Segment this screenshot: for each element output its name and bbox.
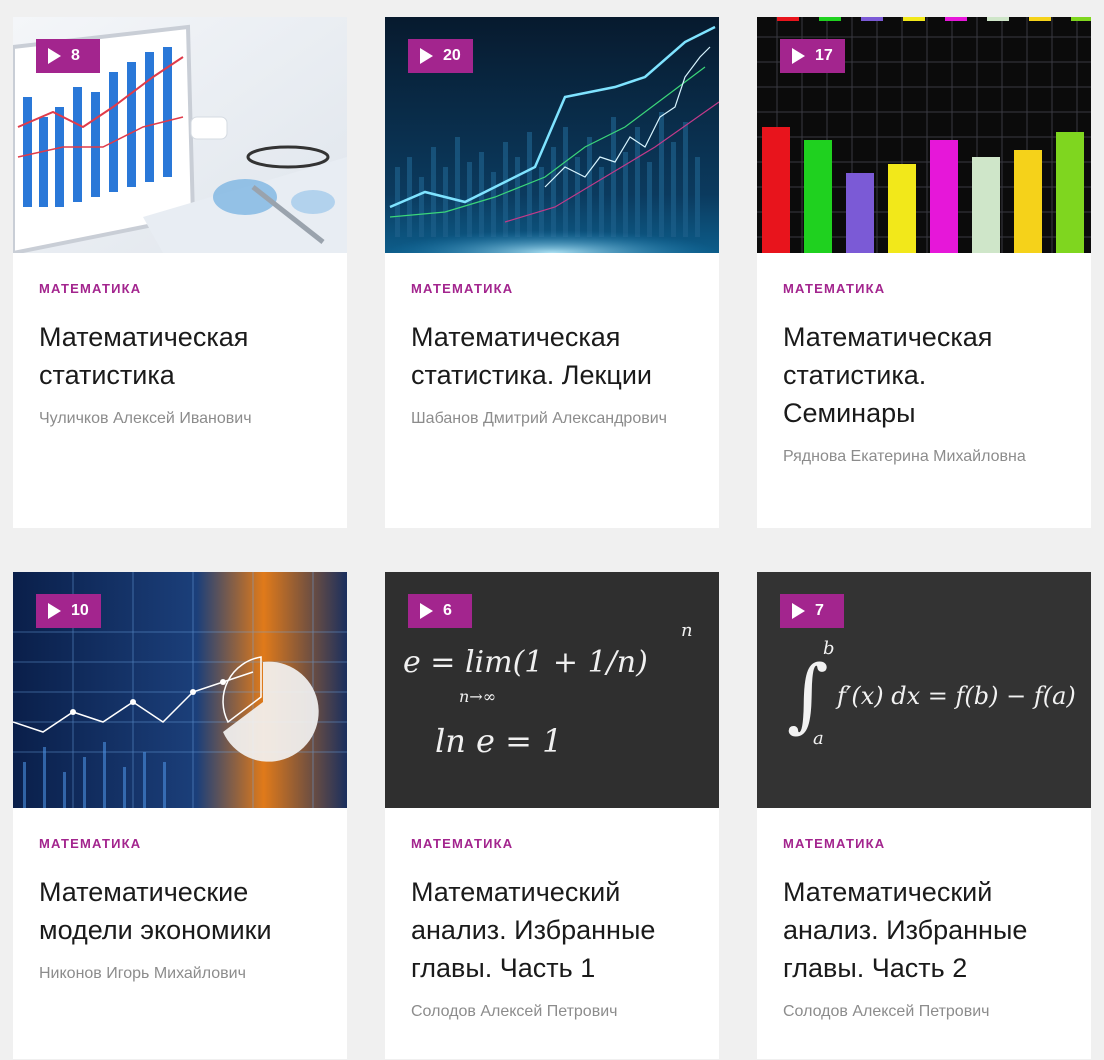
course-author: Шабанов Дмитрий Александрович [411,410,667,427]
course-thumbnail[interactable]: 20 [385,17,719,253]
course-card[interactable]: 17 МАТЕМАТИКА Математическая статистика.… [757,17,1091,528]
chalk-integral-upper: b [823,638,835,659]
play-icon [420,603,433,619]
course-category[interactable]: МАТЕМАТИКА [39,281,321,296]
course-thumbnail[interactable]: 10 [13,572,347,808]
play-icon [792,48,805,64]
course-category[interactable]: МАТЕМАТИКА [783,836,1065,851]
video-count-badge: 6 [408,594,472,628]
course-thumbnail[interactable]: e = lim(1 + 1/n) n n→∞ ln e = 1 6 [385,572,719,808]
video-count-badge: 8 [36,39,100,73]
video-count: 6 [443,602,452,619]
video-count: 20 [443,47,461,64]
play-icon [48,603,61,619]
video-count: 17 [815,47,833,64]
course-author: Никонов Игорь Михайлович [39,965,246,982]
course-thumbnail[interactable]: 8 [13,17,347,253]
course-title[interactable]: Математическая статистика. Семинары [783,318,1065,432]
course-author: Ряднова Екатерина Михайловна [783,448,1026,465]
chalk-formula-exponent: n [681,620,693,641]
video-count: 8 [71,47,80,64]
video-count: 10 [71,602,89,619]
chalk-formula-limit: e = lim(1 + 1/n) [403,645,648,680]
course-title[interactable]: Математический анализ. Избранные главы. … [783,873,1065,987]
play-icon [48,48,61,64]
video-count-badge: 10 [36,594,101,628]
chalk-formula-log: ln e = 1 [435,722,562,760]
course-author: Солодов Алексей Петрович [783,1003,990,1020]
course-category[interactable]: МАТЕМАТИКА [783,281,1065,296]
play-icon [420,48,433,64]
course-category[interactable]: МАТЕМАТИКА [39,836,321,851]
chalk-integral-expression: f′(x) dx = f(b) − f(a) [835,682,1076,710]
course-thumbnail[interactable]: 17 [757,17,1091,253]
course-title[interactable]: Математическая статистика [39,318,321,394]
chalk-integral-lower: a [813,728,824,749]
course-author: Солодов Алексей Петрович [411,1003,618,1020]
play-icon [792,603,805,619]
course-grid: 8 МАТЕМАТИКА Математическая статистика Ч… [13,17,1091,1059]
course-card[interactable]: 20 МАТЕМАТИКА Математическая статистика.… [385,17,719,528]
course-category[interactable]: МАТЕМАТИКА [411,836,693,851]
chalk-formula-subscript: n→∞ [459,687,496,706]
course-card[interactable]: 8 МАТЕМАТИКА Математическая статистика Ч… [13,17,347,528]
video-count-badge: 17 [780,39,845,73]
video-count: 7 [815,602,824,619]
video-count-badge: 7 [780,594,844,628]
course-title[interactable]: Математические модели экономики [39,873,321,949]
course-card[interactable]: ∫ b a f′(x) dx = f(b) − f(a) 7 МАТЕМАТИК… [757,572,1091,1059]
course-card[interactable]: 10 МАТЕМАТИКА Математические модели экон… [13,572,347,1059]
course-title[interactable]: Математическая статистика. Лекции [411,318,693,394]
course-author: Чуличков Алексей Иванович [39,410,252,427]
course-category[interactable]: МАТЕМАТИКА [411,281,693,296]
video-count-badge: 20 [408,39,473,73]
course-title[interactable]: Математический анализ. Избранные главы. … [411,873,693,987]
course-card[interactable]: e = lim(1 + 1/n) n n→∞ ln e = 1 6 МАТЕМА… [385,572,719,1059]
course-thumbnail[interactable]: ∫ b a f′(x) dx = f(b) − f(a) 7 [757,572,1091,808]
